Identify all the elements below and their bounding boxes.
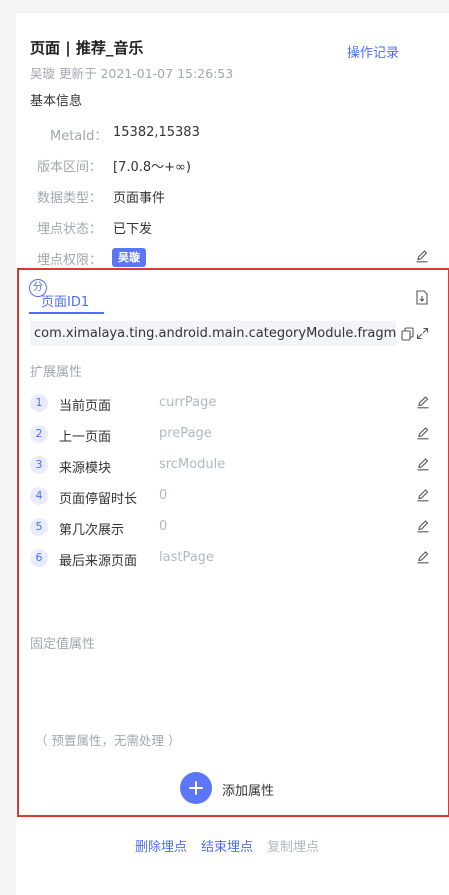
active-tab-indicator [29,312,104,314]
edit-icon[interactable] [416,457,430,471]
permission-user-badge: 吴璇 [112,248,146,267]
fixed-props-heading: 固定值属性 [30,637,96,652]
finish-tracking-button[interactable]: 结束埋点 [201,836,253,855]
page-class-value: com.ximalaya.ting.android.main.categoryM… [34,326,396,341]
property-row: 6 最后来源页面 lastPage [30,549,430,569]
page-class-field: com.ximalaya.ting.android.main.categoryM… [30,321,396,346]
property-index: 6 [30,549,48,567]
property-index: 4 [30,487,48,505]
property-index: 2 [30,425,48,443]
update-info: 吴璇 更新于 2021-01-07 15:26:53 [30,66,234,81]
preset-note: （ 预置属性，无需处理 ） [35,733,181,748]
copy-tracking-button[interactable]: 复制埋点 [267,836,319,855]
tracking-status-label: 埋点状态： [37,222,103,237]
edit-icon[interactable] [416,395,430,409]
property-key: 0 [159,519,168,534]
edit-icon[interactable] [416,550,430,564]
property-index: 3 [30,456,48,474]
add-property-button[interactable] [180,772,212,804]
metaid-label: MetaId： [50,129,108,144]
property-name: 最后来源页面 [59,554,138,569]
plus-icon [189,781,203,795]
operation-log-link[interactable]: 操作记录 [347,42,399,61]
version-range-value: [7.0.8～+∞) [113,160,191,175]
property-key: prePage [159,426,212,441]
top-divider [16,12,449,13]
property-row: 4 页面停留时长 0 [30,487,430,507]
delete-tracking-button[interactable]: 删除埋点 [135,836,187,855]
property-key: srcModule [159,457,226,472]
copy-icon[interactable] [401,327,414,341]
version-range-label: 版本区间： [37,160,103,175]
edit-icon[interactable] [416,426,430,440]
basic-info-heading: 基本信息 [30,94,83,109]
tab-page-id-1[interactable]: 页面ID1 [41,291,89,310]
property-row: 2 上一页面 prePage [30,425,430,445]
property-row: 5 第几次展示 0 [30,518,430,538]
page-title: 页面 | 推荐_音乐 [30,39,144,57]
permission-label: 埋点权限： [37,253,103,268]
property-key: currPage [159,395,217,410]
property-index: 1 [30,394,48,412]
property-row: 1 当前页面 currPage [30,394,430,414]
property-name: 页面停留时长 [59,492,138,507]
property-name: 来源模块 [59,461,112,476]
property-key: lastPage [159,550,214,565]
property-name: 当前页面 [59,399,112,414]
export-doc-icon[interactable] [415,290,429,305]
edit-icon[interactable] [416,488,430,502]
add-property-label[interactable]: 添加属性 [222,780,274,799]
property-index: 5 [30,518,48,536]
expand-icon[interactable] [416,327,429,340]
ext-props-heading: 扩展属性 [30,365,83,380]
edit-icon[interactable] [416,519,430,533]
metaid-value: 15382,15383 [113,125,200,140]
data-type-value: 页面事件 [113,191,166,206]
property-row: 3 来源模块 srcModule [30,456,430,476]
property-name: 第几次展示 [59,523,125,538]
property-name: 上一页面 [59,430,112,445]
edit-icon[interactable] [415,249,429,263]
data-type-label: 数据类型： [37,191,103,206]
property-key: 0 [159,488,168,503]
tracking-status-value: 已下发 [113,222,153,237]
